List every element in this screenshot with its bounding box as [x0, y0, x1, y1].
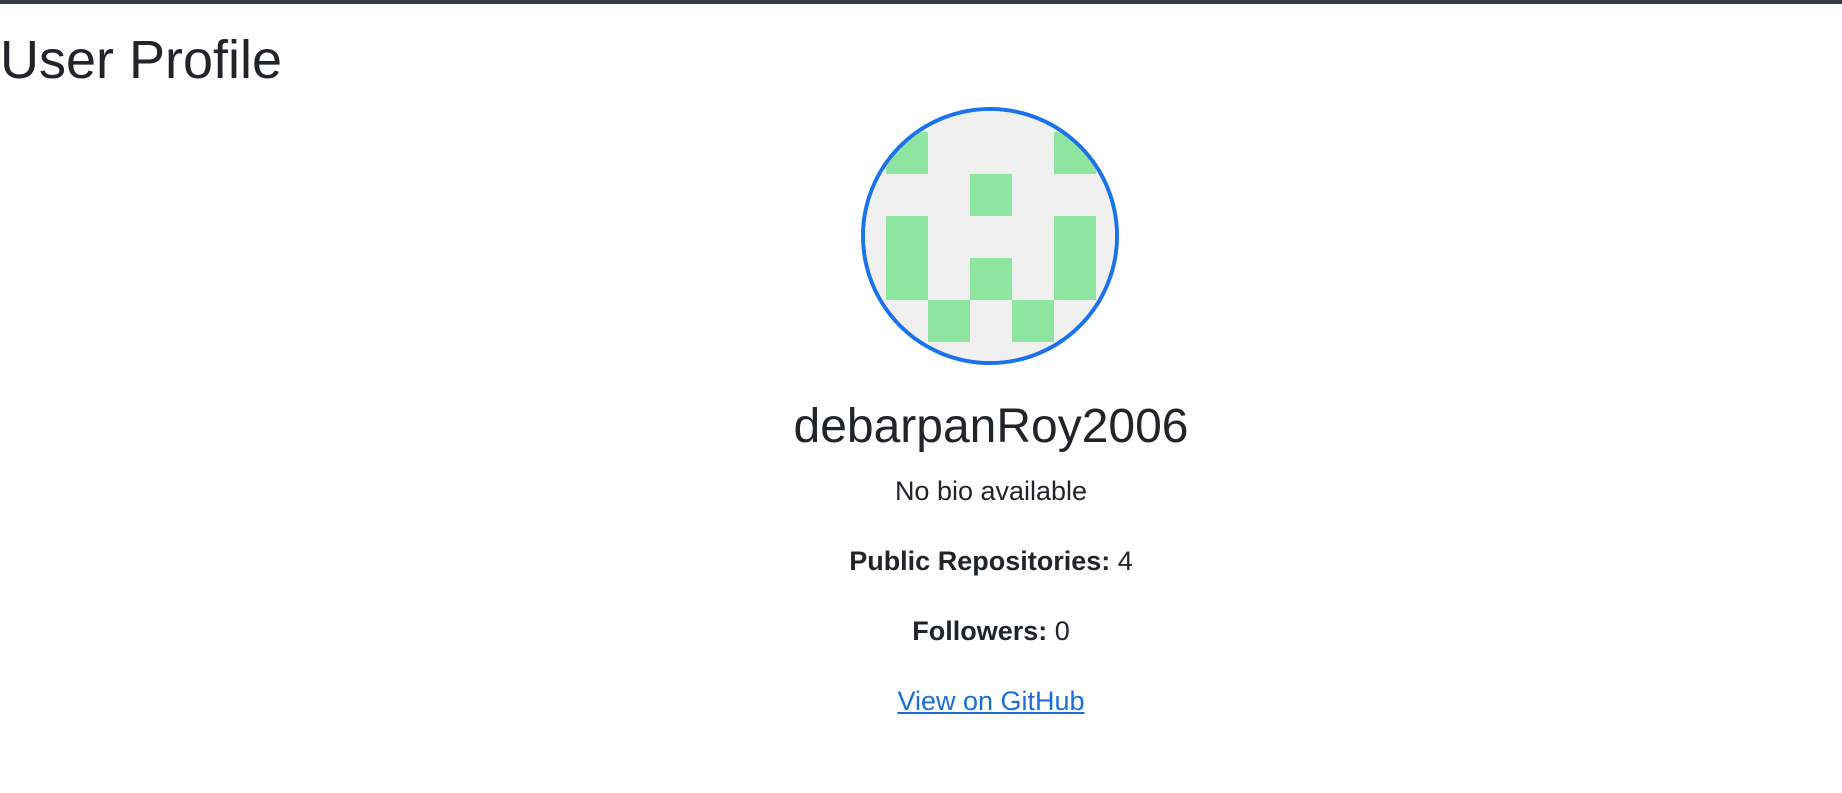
followers-stat: Followers: 0 [0, 615, 1842, 647]
followers-label: Followers: [912, 616, 1048, 646]
username: debarpanRoy2006 [793, 400, 1189, 453]
avatar [861, 107, 1119, 365]
public-repositories-label: Public Repositories: [849, 546, 1111, 576]
view-on-github-link[interactable]: View on GitHub [897, 686, 1084, 716]
user-bio: No bio available [894, 476, 1088, 506]
profile-card: debarpanRoy2006 No bio available Public … [0, 0, 1842, 793]
identicon-avatar-icon [865, 111, 1115, 361]
github-link-container: View on GitHub [0, 685, 1842, 717]
followers-value: 0 [1054, 616, 1070, 646]
public-repositories-stat: Public Repositories: 4 [0, 545, 1842, 577]
public-repositories-value: 4 [1117, 546, 1133, 576]
